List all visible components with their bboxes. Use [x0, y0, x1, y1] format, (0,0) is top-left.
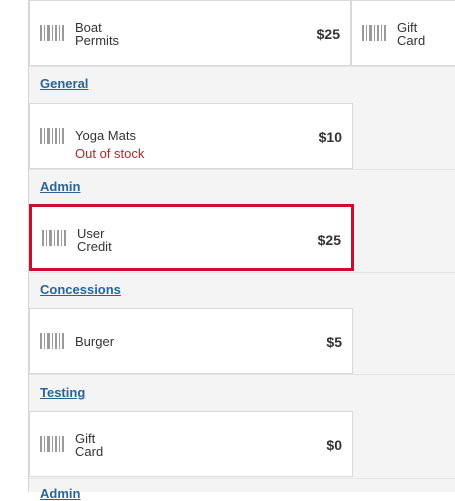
barcode-icon — [42, 229, 66, 246]
product-name: Gift Card — [75, 431, 104, 459]
out-of-stock-label: Out of stock — [75, 146, 145, 161]
barcode-icon — [40, 128, 64, 144]
product-card-burger[interactable]: Burger $5 — [29, 308, 353, 374]
category-admin-link-partial[interactable]: Admin — [40, 486, 80, 501]
product-name: Boat Permits — [75, 20, 120, 48]
product-price: $25 — [317, 232, 341, 248]
product-card-boat-permits[interactable]: Boat Permits $25 — [29, 0, 351, 66]
row-divider — [29, 272, 455, 273]
product-price: $10 — [318, 129, 342, 145]
category-testing-link[interactable]: Testing — [40, 385, 85, 400]
product-price: $5 — [326, 334, 342, 350]
category-concessions-link[interactable]: Concessions — [40, 282, 121, 297]
barcode-icon — [362, 25, 386, 41]
product-card-yoga-mats[interactable]: Yoga Mats Out of stock $10 — [29, 103, 353, 169]
product-card-gift-card[interactable]: Gift Card $0 — [29, 411, 353, 477]
product-name: User Credit — [77, 226, 112, 254]
product-card-gift-card-top[interactable]: Gift Card — [351, 0, 455, 66]
barcode-icon — [40, 25, 64, 41]
category-admin-link[interactable]: Admin — [40, 179, 80, 194]
row-divider — [29, 478, 455, 479]
row-divider — [29, 169, 455, 170]
row-divider — [29, 374, 455, 375]
pos-product-list[interactable]: Boat Permits $25 Gift Card General Yoga … — [28, 0, 455, 501]
product-name: Yoga Mats — [75, 128, 136, 143]
product-card-user-credit-selected[interactable]: User Credit $25 — [29, 204, 354, 271]
product-price: $25 — [316, 26, 340, 42]
barcode-icon — [40, 333, 64, 349]
product-name: Burger — [75, 334, 115, 349]
category-general-link[interactable]: General — [40, 76, 88, 91]
row-divider — [29, 66, 455, 67]
left-gutter — [0, 0, 28, 492]
barcode-icon — [40, 436, 64, 452]
product-name: Gift Card — [397, 20, 426, 48]
product-price: $0 — [326, 437, 342, 453]
